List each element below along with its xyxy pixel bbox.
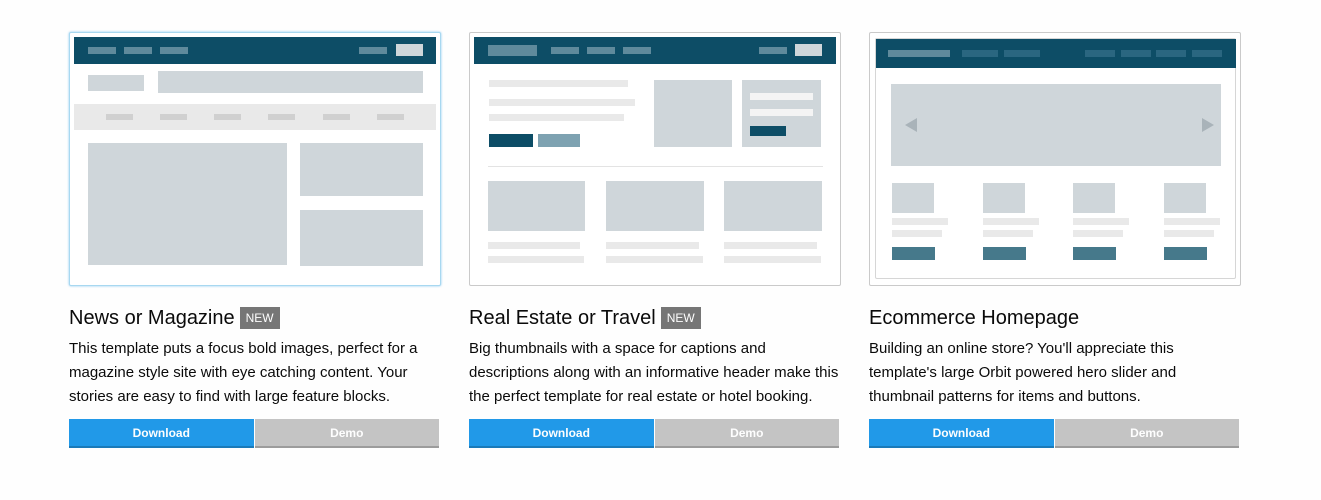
news-magazine-preview-thumbnail[interactable] <box>69 32 441 286</box>
wireframe-text-line <box>489 114 624 121</box>
wireframe-caption-line <box>488 256 584 263</box>
wireframe-subnav-item <box>214 114 241 120</box>
wireframe-divider <box>488 166 823 167</box>
template-title: Real Estate or Travel <box>469 307 656 329</box>
new-badge: NEW <box>239 307 280 329</box>
wireframe-nav-item <box>587 47 615 54</box>
ecommerce-homepage-preview-thumbnail[interactable] <box>869 32 1241 286</box>
wireframe-subnav-item <box>377 114 404 120</box>
wireframe-text-line <box>489 80 628 87</box>
wireframe-side-block <box>300 143 423 196</box>
wireframe-subnav-item <box>106 114 133 120</box>
demo-button[interactable]: Demo <box>654 419 839 448</box>
slider-prev-arrow-icon <box>905 118 917 132</box>
wireframe-card-image <box>724 181 822 231</box>
wireframe-caption-line <box>724 242 817 249</box>
wireframe-logo-block <box>88 75 144 91</box>
wireframe-subnav-item <box>268 114 295 120</box>
wireframe-form-button <box>750 126 786 136</box>
wireframe-secondary-button <box>538 134 580 147</box>
wireframe-side-block <box>300 210 423 266</box>
wireframe-nav-button <box>795 44 822 56</box>
wireframe-caption-line <box>488 242 580 249</box>
wireframe-subnav-item <box>160 114 187 120</box>
wireframe-text-line <box>489 99 635 106</box>
download-button[interactable]: Download <box>469 419 654 448</box>
wireframe-product-thumbnail <box>1073 183 1115 213</box>
wireframe-caption-line <box>606 242 699 249</box>
template-card-ecommerce-homepage: Ecommerce Homepage Building an online st… <box>869 32 1241 448</box>
wireframe-product-button <box>1073 247 1116 260</box>
template-description: Building an online store? You'll appreci… <box>869 340 1177 405</box>
template-title: Ecommerce Homepage <box>869 307 1080 329</box>
wireframe-product-line <box>1164 218 1220 225</box>
wireframe-primary-button <box>489 134 533 147</box>
wireframe-logo <box>888 50 950 57</box>
download-button[interactable]: Download <box>869 419 1054 448</box>
wireframe-product-button <box>892 247 935 260</box>
template-card-news-magazine: News or Magazine NEW This template puts … <box>69 32 441 448</box>
wireframe-logo <box>488 45 537 56</box>
wireframe-banner-block <box>158 71 423 93</box>
wireframe-nav-item <box>88 47 116 54</box>
template-title: News or Magazine <box>69 307 235 329</box>
wireframe-nav-button <box>396 44 423 56</box>
template-description: Big thumbnails with a space for captions… <box>469 340 839 405</box>
wireframe-product-line <box>1164 230 1214 237</box>
wireframe-product-button <box>1164 247 1207 260</box>
new-badge: NEW <box>660 307 701 329</box>
wireframe-product-button <box>983 247 1026 260</box>
demo-button[interactable]: Demo <box>1054 419 1239 448</box>
wireframe-nav-item <box>623 47 651 54</box>
slider-next-arrow-icon <box>1202 118 1214 132</box>
wireframe-card-image <box>488 181 585 231</box>
template-description: This template puts a focus bold images, … <box>69 340 418 405</box>
wireframe-feature-block <box>88 143 287 265</box>
wireframe-subnav-item <box>323 114 350 120</box>
wireframe-product-line <box>983 230 1033 237</box>
download-button[interactable]: Download <box>69 419 254 448</box>
wireframe-product-line <box>892 230 942 237</box>
wireframe-nav-item <box>1085 50 1115 57</box>
wireframe-form-field <box>750 109 813 116</box>
wireframe-nav-item <box>551 47 579 54</box>
template-card-real-estate-travel: Real Estate or Travel NEW Big thumbnails… <box>469 32 841 448</box>
wireframe-nav-item <box>962 50 998 57</box>
wireframe-product-line <box>1073 230 1123 237</box>
wireframe-nav-item <box>1004 50 1040 57</box>
demo-button[interactable]: Demo <box>254 419 439 448</box>
wireframe-product-thumbnail <box>1164 183 1206 213</box>
wireframe-image-block <box>654 80 732 147</box>
wireframe-caption-line <box>724 256 821 263</box>
wireframe-nav-item <box>1121 50 1151 57</box>
wireframe-card-image <box>606 181 704 231</box>
wireframe-product-line <box>983 218 1039 225</box>
wireframe-nav-item <box>1156 50 1186 57</box>
real-estate-travel-preview-thumbnail[interactable] <box>469 32 841 286</box>
wireframe-nav-item <box>359 47 387 54</box>
wireframe-hero-slider <box>891 84 1221 166</box>
wireframe-caption-line <box>606 256 703 263</box>
wireframe-nav-item <box>160 47 188 54</box>
wireframe-form-field <box>750 93 813 100</box>
wireframe-nav-item <box>1192 50 1222 57</box>
wireframe-nav-item <box>759 47 787 54</box>
wireframe-product-line <box>1073 218 1129 225</box>
wireframe-product-thumbnail <box>892 183 934 213</box>
wireframe-nav-item <box>124 47 152 54</box>
wireframe-product-thumbnail <box>983 183 1025 213</box>
wireframe-product-line <box>892 218 948 225</box>
